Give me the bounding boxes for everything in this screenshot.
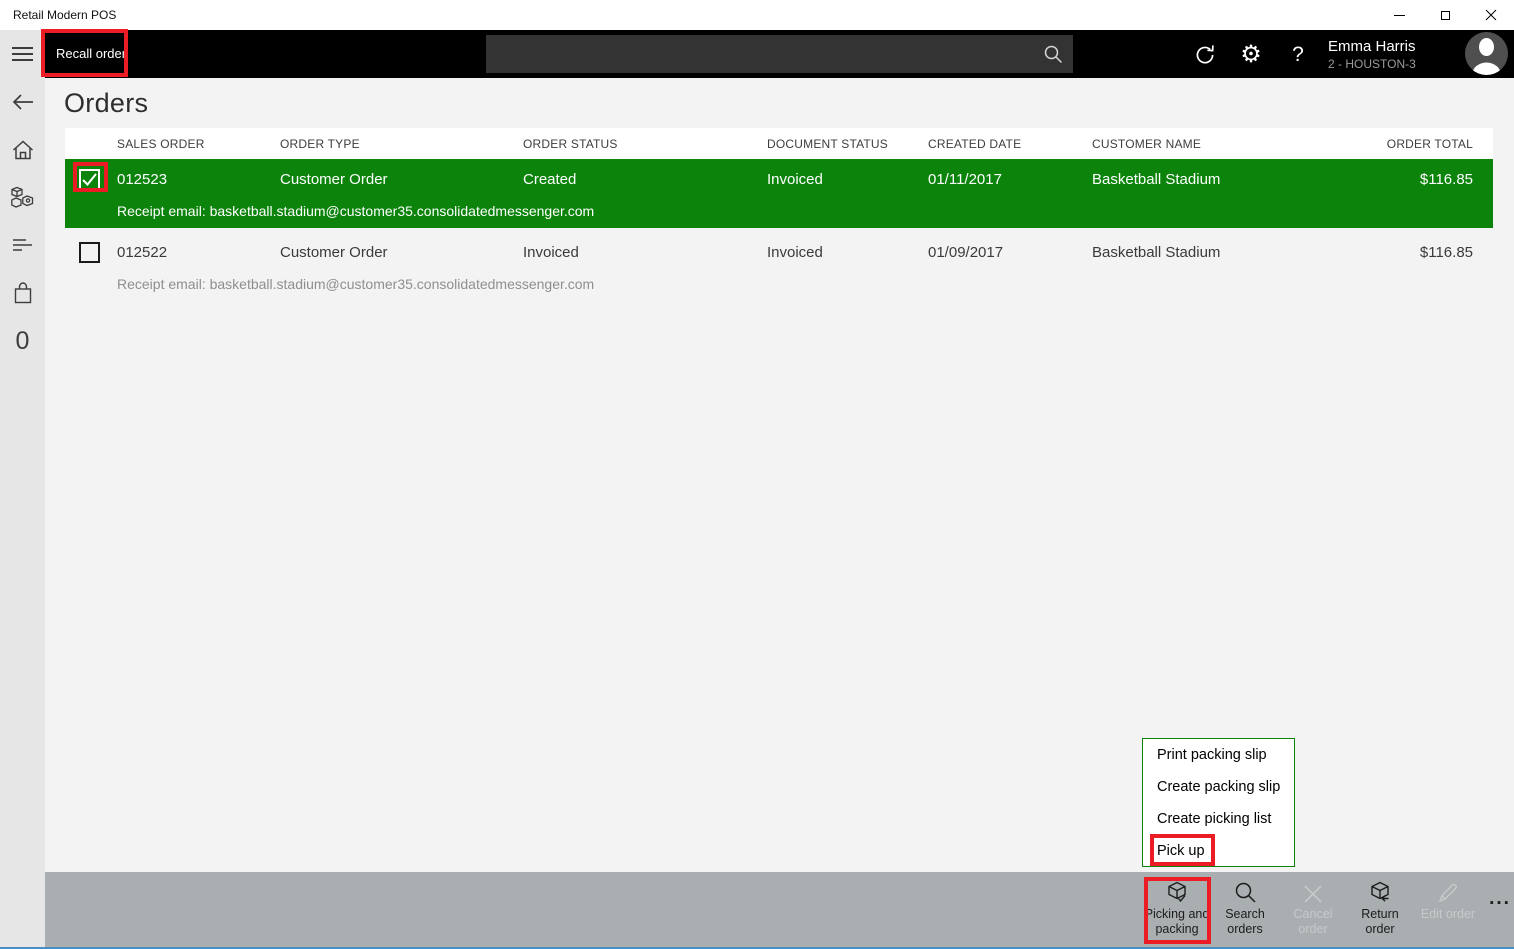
button-label: Edit order: [1421, 907, 1475, 922]
cube-return-icon: [1368, 880, 1392, 904]
cell-customer-name: Basketball Stadium: [1092, 244, 1332, 261]
picking-and-packing-button[interactable]: Picking and packing: [1142, 880, 1212, 942]
row-checkbox-checked[interactable]: [79, 169, 100, 190]
search-input[interactable]: [486, 35, 1043, 73]
user-register: 2 - HOUSTON-3: [1328, 56, 1458, 72]
app-bar: Recall order ⚙ ? Emma Harris 2 - HOUSTON…: [45, 30, 1514, 78]
cell-customer-name: Basketball Stadium: [1092, 171, 1332, 188]
avatar-person-icon: [1465, 32, 1508, 75]
hamburger-icon: [12, 46, 33, 62]
cart-count-label: 0: [16, 327, 30, 356]
search-icon[interactable]: [1043, 44, 1063, 64]
retail-modern-pos-window: Retail Modern POS: [0, 0, 1514, 949]
window-controls: [1376, 0, 1514, 30]
search-orders-button[interactable]: Search orders: [1210, 880, 1280, 942]
page-title: Orders: [64, 88, 148, 119]
cell-created-date: 01/09/2017: [928, 244, 1092, 261]
maximize-button[interactable]: [1422, 0, 1468, 30]
column-header-order-status: ORDER STATUS: [523, 137, 767, 151]
button-label: Return order: [1345, 907, 1415, 937]
avatar[interactable]: [1465, 32, 1508, 75]
search-box[interactable]: [486, 35, 1073, 73]
x-icon: [1303, 880, 1323, 904]
row-checkbox-unchecked[interactable]: [79, 242, 100, 263]
orders-table-header: SALES ORDER ORDER TYPE ORDER STATUS DOCU…: [65, 128, 1493, 159]
receipt-email: Receipt email: basketball.stadium@custom…: [65, 272, 1493, 301]
cart-count-button[interactable]: 0: [0, 322, 45, 360]
list-lines-icon: [12, 238, 34, 252]
help-button[interactable]: ?: [1281, 38, 1315, 72]
menu-item-print-packing-slip[interactable]: Print packing slip: [1143, 739, 1294, 771]
menu-item-create-picking-list[interactable]: Create picking list: [1143, 803, 1294, 835]
hamburger-menu-button[interactable]: [0, 35, 45, 73]
edit-order-button: Edit order: [1413, 880, 1483, 942]
journals-button[interactable]: [0, 226, 45, 264]
button-label: Picking and packing: [1142, 907, 1212, 937]
sync-button[interactable]: [1188, 38, 1222, 72]
gear-icon: ⚙: [1240, 43, 1262, 67]
user-info[interactable]: Emma Harris 2 - HOUSTON-3: [1328, 37, 1458, 72]
column-header-order-total: ORDER TOTAL: [1332, 137, 1493, 151]
shopping-bag-icon: [13, 282, 33, 304]
cell-created-date: 01/11/2017: [928, 171, 1092, 188]
cube-check-icon: [1165, 880, 1189, 904]
navigation-sidebar: 0: [0, 30, 45, 949]
cell-order-type: Customer Order: [280, 244, 523, 261]
cell-sales-order: 012523: [117, 171, 280, 188]
table-row[interactable]: 012522 Customer Order Invoiced Invoiced …: [65, 232, 1493, 301]
products-button[interactable]: [0, 178, 45, 216]
sync-icon: [1192, 42, 1218, 68]
settings-button[interactable]: ⚙: [1234, 38, 1268, 72]
cell-sales-order: 012522: [117, 244, 280, 261]
close-icon: [1485, 9, 1497, 21]
column-header-document-status: DOCUMENT STATUS: [767, 137, 928, 151]
menu-item-pick-up[interactable]: Pick up: [1143, 835, 1294, 867]
orders-table: SALES ORDER ORDER TYPE ORDER STATUS DOCU…: [65, 128, 1493, 301]
command-bar: Picking and packing Search orders Cancel…: [45, 872, 1514, 947]
checkmark-icon: [81, 171, 98, 188]
close-button[interactable]: [1468, 0, 1514, 30]
search-icon: [1234, 880, 1257, 904]
minimize-button[interactable]: [1376, 0, 1422, 30]
cell-document-status: Invoiced: [767, 244, 928, 261]
column-header-created-date: CREATED DATE: [928, 137, 1092, 151]
cell-order-status: Created: [523, 171, 767, 188]
menu-item-create-packing-slip[interactable]: Create packing slip: [1143, 771, 1294, 803]
home-button[interactable]: [0, 131, 45, 169]
recall-order-command[interactable]: Recall order: [56, 30, 126, 78]
picking-packing-context-menu: Print packing slip Create packing slip C…: [1142, 738, 1295, 867]
column-header-order-type: ORDER TYPE: [280, 137, 523, 151]
window-titlebar: Retail Modern POS: [0, 0, 1514, 30]
help-icon: ?: [1292, 43, 1304, 67]
home-icon: [12, 140, 34, 160]
column-header-customer-name: CUSTOMER NAME: [1092, 137, 1332, 151]
cancel-order-button: Cancel order: [1278, 880, 1348, 942]
products-boxes-icon: [11, 186, 34, 208]
user-name: Emma Harris: [1328, 37, 1458, 56]
cell-order-total: $116.85: [1332, 171, 1493, 188]
cell-order-status: Invoiced: [523, 244, 767, 261]
table-row[interactable]: 012523 Customer Order Created Invoiced 0…: [65, 159, 1493, 228]
cell-order-type: Customer Order: [280, 171, 523, 188]
window-title: Retail Modern POS: [13, 0, 116, 30]
more-commands-button[interactable]: ...: [1480, 888, 1514, 910]
return-order-button[interactable]: Return order: [1345, 880, 1415, 942]
cell-order-total: $116.85: [1332, 244, 1493, 261]
shopping-bag-button[interactable]: [0, 274, 45, 312]
back-button[interactable]: [0, 83, 45, 121]
maximize-icon: [1441, 11, 1450, 20]
column-header-sales-order: SALES ORDER: [117, 137, 280, 151]
minimize-icon: [1394, 15, 1405, 16]
back-arrow-icon: [12, 93, 34, 111]
pencil-icon: [1437, 880, 1459, 904]
cell-document-status: Invoiced: [767, 171, 928, 188]
button-label: Search orders: [1210, 907, 1280, 937]
button-label: Cancel order: [1278, 907, 1348, 937]
receipt-email: Receipt email: basketball.stadium@custom…: [65, 199, 1493, 228]
